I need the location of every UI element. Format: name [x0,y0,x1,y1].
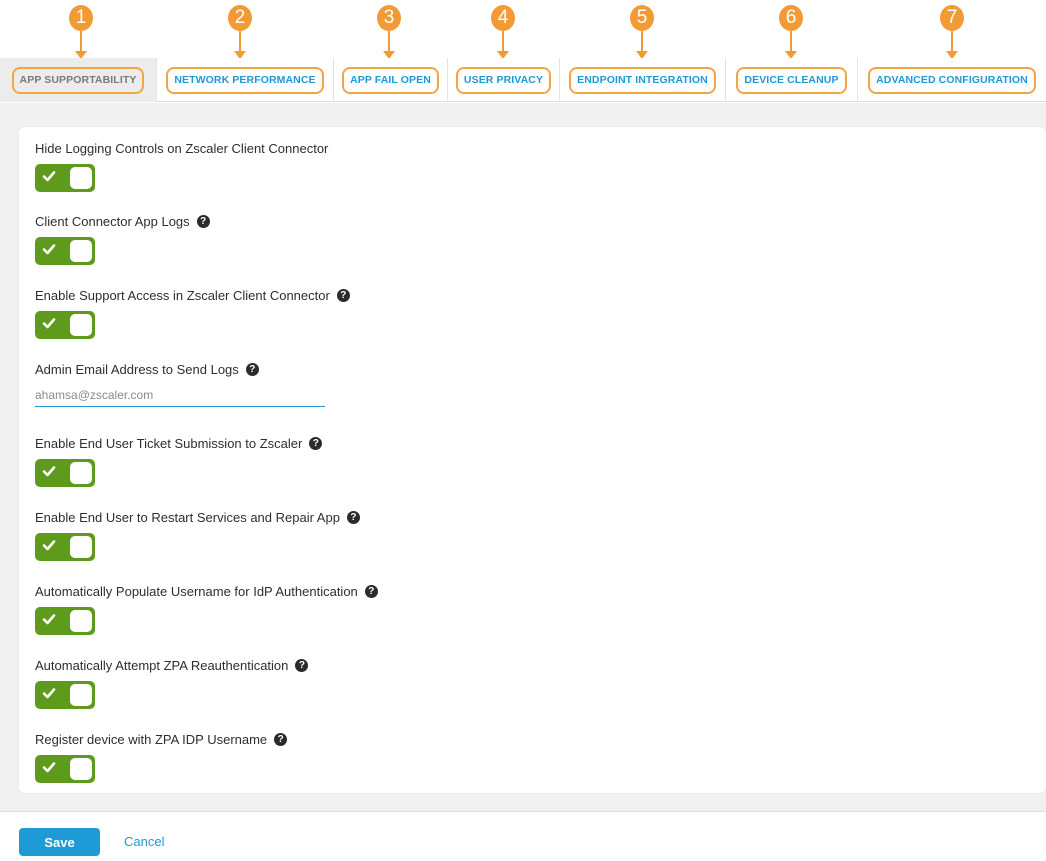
hide-logging-controls-toggle[interactable] [35,164,95,192]
help-icon[interactable]: ? [274,732,288,746]
check-icon [42,688,56,699]
callout-number: 2 [228,5,252,31]
check-icon [42,244,56,255]
callout-number: 5 [630,5,654,31]
toggle-knob [70,758,92,780]
populate-username-idp-toggle[interactable] [35,607,95,635]
tab-advanced-configuration[interactable]: ADVANCED CONFIGURATION [857,58,1046,102]
toggle-knob [70,167,92,189]
setting-label: Register device with ZPA IDP Username? [35,731,288,747]
toggle-knob [70,314,92,336]
tab-label: DEVICE CLEANUP [736,66,847,94]
help-icon[interactable]: ? [336,288,350,302]
setting-populate-username-idp: Automatically Populate Username for IdP … [35,583,378,635]
tab-endpoint-integration[interactable]: ENDPOINT INTEGRATION [559,58,725,102]
setting-label: Hide Logging Controls on Zscaler Client … [35,140,329,156]
zpa-reauthentication-toggle[interactable] [35,681,95,709]
setting-enable-support-access: Enable Support Access in Zscaler Client … [35,287,350,339]
toggle-knob [70,684,92,706]
tab-user-privacy[interactable]: USER PRIVACY [447,58,559,102]
tab-label: USER PRIVACY [455,66,552,94]
help-icon[interactable]: ? [309,436,323,450]
tab-label: APP SUPPORTABILITY [11,66,145,94]
setting-hide-logging-controls: Hide Logging Controls on Zscaler Client … [35,140,329,192]
callout-marker-6: 6 [779,5,803,59]
setting-admin-email: Admin Email Address to Send Logs? ahamsa… [35,361,325,407]
tab-label: ADVANCED CONFIGURATION [868,66,1036,94]
help-icon[interactable]: ? [346,510,360,524]
check-icon [42,614,56,625]
setting-zpa-reauthentication: Automatically Attempt ZPA Reauthenticati… [35,657,309,709]
setting-label: Automatically Attempt ZPA Reauthenticati… [35,657,309,673]
help-icon[interactable]: ? [364,584,378,598]
callout-marker-2: 2 [228,5,252,59]
tab-app-fail-open[interactable]: APP FAIL OPEN [333,58,447,102]
tab-label: ENDPOINT INTEGRATION [569,66,716,94]
tab-network-performance[interactable]: NETWORK PERFORMANCE [156,58,333,102]
callout-number: 6 [779,5,803,31]
toggle-knob [70,240,92,262]
toggle-knob [70,536,92,558]
check-icon [42,762,56,773]
check-icon [42,171,56,182]
setting-label: Enable End User Ticket Submission to Zsc… [35,435,323,451]
cancel-button[interactable]: Cancel [124,834,164,849]
callout-marker-3: 3 [377,5,401,59]
setting-client-connector-app-logs: Client Connector App Logs? [35,213,210,265]
callout-number: 4 [491,5,515,31]
tab-device-cleanup[interactable]: DEVICE CLEANUP [725,58,857,102]
setting-label: Enable End User to Restart Services and … [35,509,360,525]
register-device-zpa-idp-toggle[interactable] [35,755,95,783]
setting-register-device-zpa-idp: Register device with ZPA IDP Username? [35,731,288,783]
callout-marker-7: 7 [940,5,964,59]
callout-marker-1: 1 [69,5,93,59]
tab-label: APP FAIL OPEN [342,66,439,94]
check-icon [42,318,56,329]
save-button[interactable]: Save [19,828,100,856]
toggle-knob [70,610,92,632]
setting-label: Enable Support Access in Zscaler Client … [35,287,350,303]
end-user-ticket-submission-toggle[interactable] [35,459,95,487]
help-icon[interactable]: ? [196,214,210,228]
check-icon [42,540,56,551]
help-icon[interactable]: ? [295,658,309,672]
check-icon [42,466,56,477]
enable-support-access-toggle[interactable] [35,311,95,339]
setting-restart-services-repair-app: Enable End User to Restart Services and … [35,509,360,561]
setting-label: Automatically Populate Username for IdP … [35,583,378,599]
tab-app-supportability[interactable]: APP SUPPORTABILITY [0,58,156,102]
setting-label: Client Connector App Logs? [35,213,210,229]
callout-number: 1 [69,5,93,31]
tab-bar: APP SUPPORTABILITY NETWORK PERFORMANCE A… [0,58,1046,102]
client-connector-app-logs-toggle[interactable] [35,237,95,265]
callout-marker-4: 4 [491,5,515,59]
callout-marker-5: 5 [630,5,654,59]
help-icon[interactable]: ? [245,362,259,376]
restart-services-repair-app-toggle[interactable] [35,533,95,561]
tab-label: NETWORK PERFORMANCE [166,66,324,94]
admin-email-field[interactable]: ahamsa@zscaler.com [35,385,325,407]
callout-number: 7 [940,5,964,31]
setting-end-user-ticket-submission: Enable End User Ticket Submission to Zsc… [35,435,323,487]
toggle-knob [70,462,92,484]
setting-label: Admin Email Address to Send Logs? [35,361,259,377]
callout-number: 3 [377,5,401,31]
